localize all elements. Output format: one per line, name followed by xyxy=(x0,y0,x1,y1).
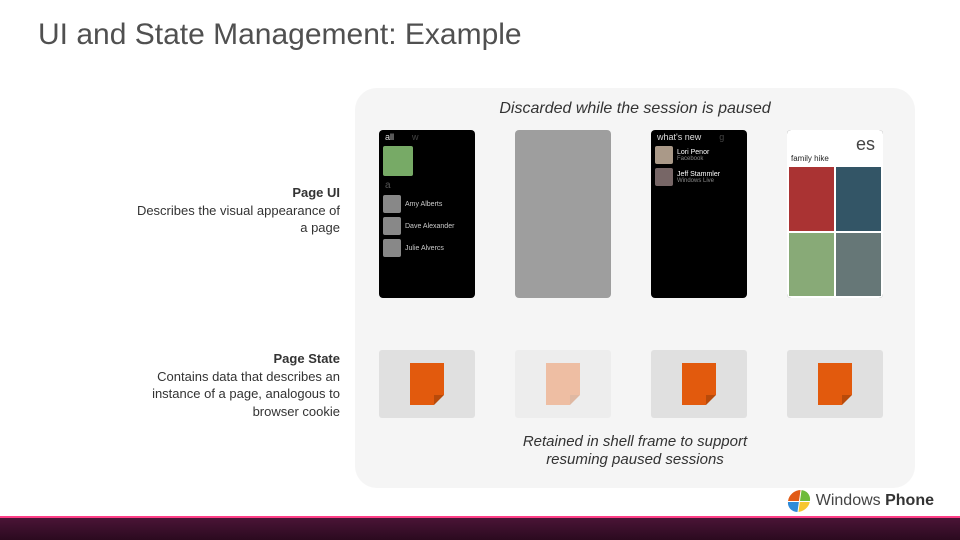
feed-name-2: Jeff Stammler xyxy=(677,171,720,178)
phone-album: es family hike xyxy=(787,130,883,298)
windows-phone-brand: Windows Phone xyxy=(788,490,934,512)
phone3-tab-main: what's new xyxy=(651,130,707,144)
retained-caption: Retained in shell frame to support resum… xyxy=(355,433,915,471)
contact-2: Dave Alexander xyxy=(405,223,454,230)
phone1-tab-secondary: w xyxy=(406,130,425,144)
page-state-label: Page State Contains data that describes … xyxy=(136,350,340,420)
page-ui-label: Page UI Describes the visual appearance … xyxy=(136,184,340,237)
page-ui-heading: Page UI xyxy=(136,184,340,202)
phone3-tab-secondary: g xyxy=(713,130,730,144)
document-icon xyxy=(410,363,444,405)
phone1-tab-all: all xyxy=(379,130,400,144)
state-icon-3 xyxy=(651,350,747,418)
contact-1: Amy Alberts xyxy=(405,201,442,208)
example-panel: Discarded while the session is paused al… xyxy=(355,88,915,488)
phone-placeholder xyxy=(515,130,611,298)
feed-sub-2: Windows Live xyxy=(677,178,720,184)
feed-sub-1: Facebook xyxy=(677,156,709,162)
brand-left: Windows xyxy=(816,492,881,509)
page-ui-desc: Describes the visual appearance of a pag… xyxy=(136,202,340,237)
document-icon xyxy=(546,363,580,405)
phone-row: all w a Amy Alberts Dave Alexander Julie… xyxy=(355,130,915,298)
page-state-desc: Contains data that describes an instance… xyxy=(136,368,340,421)
state-icon-2 xyxy=(515,350,611,418)
phone-contacts: all w a Amy Alberts Dave Alexander Julie… xyxy=(379,130,475,298)
windows-logo-icon xyxy=(786,490,811,512)
page-state-heading: Page State xyxy=(136,350,340,368)
phone4-header: es xyxy=(787,130,883,152)
discarded-caption: Discarded while the session is paused xyxy=(355,100,915,118)
feed-name-1: Lori Penor xyxy=(677,149,709,156)
album-grid xyxy=(787,165,883,298)
state-icon-row xyxy=(355,350,915,418)
contact-3: Julie Alvercs xyxy=(405,245,444,252)
slide-title: UI and State Management: Example xyxy=(38,18,522,52)
brand-right: Phone xyxy=(885,492,934,509)
document-icon xyxy=(682,363,716,405)
state-icon-4 xyxy=(787,350,883,418)
album-title: family hike xyxy=(787,152,883,165)
state-icon-1 xyxy=(379,350,475,418)
phone-feed: what's new g Lori Penor Facebook Jeff St… xyxy=(651,130,747,298)
document-icon xyxy=(818,363,852,405)
footer-bar xyxy=(0,518,960,540)
